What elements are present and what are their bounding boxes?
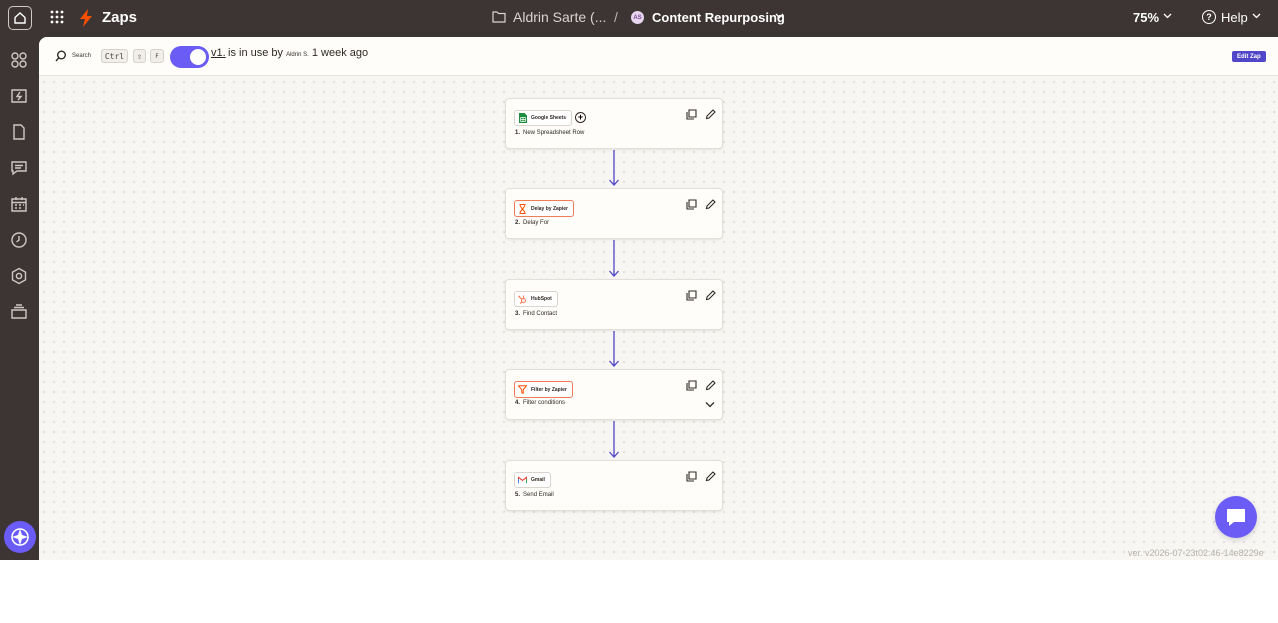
step-connector-arrow — [609, 421, 619, 458]
step-title-text: New Spreadsheet Row — [523, 130, 585, 136]
home-button[interactable] — [8, 6, 32, 30]
edit-pencil-icon[interactable] — [705, 380, 716, 391]
chat-bubble-icon — [1227, 508, 1245, 526]
help-menu[interactable]: Help — [1221, 10, 1248, 25]
settings-icon[interactable] — [10, 267, 28, 285]
step-card-3[interactable]: HubSpot 3. Find Contact — [505, 279, 723, 330]
copy-icon[interactable] — [686, 290, 697, 301]
home-icon — [14, 12, 26, 24]
folder-breadcrumb[interactable]: Aldrin Sarte (... — [513, 9, 606, 25]
shortcut-key-ctrl: Ctrl — [101, 49, 128, 63]
gmail-icon — [518, 476, 527, 484]
step-app-name: Google Sheets — [531, 115, 567, 121]
support-chat-button[interactable] — [1215, 496, 1257, 538]
editor-canvas[interactable]: Search Ctrl ⇧ F v1. is in use by Aldrin … — [39, 37, 1278, 560]
version-status-prefix: is in use by — [228, 47, 284, 59]
step-title-text: Delay For — [523, 220, 550, 226]
zap-editor: Zaps Aldrin Sarte (... / AS Content Repu… — [0, 0, 1278, 560]
google-sheets-icon — [518, 113, 527, 123]
shortcut-key-f: F — [150, 49, 164, 63]
shortcut-key-shift: ⇧ — [133, 49, 146, 63]
chevron-down-icon[interactable] — [775, 13, 784, 19]
copy-icon[interactable] — [686, 199, 697, 210]
zoom-level[interactable]: 75% — [1133, 10, 1159, 25]
edit-pencil-icon[interactable] — [705, 109, 716, 120]
help-icon: ? — [1202, 10, 1216, 24]
step-connector-arrow — [609, 331, 619, 367]
add-step-button[interactable]: + — [575, 112, 586, 123]
zap-name[interactable]: Content Repurposing — [652, 10, 785, 25]
hubspot-icon — [518, 295, 527, 304]
clock-icon[interactable] — [10, 231, 28, 249]
step-card-1[interactable]: Google Sheets + 1. New Spreadsheet Row — [505, 98, 723, 149]
step-card-5[interactable]: Gmail 5. Send Email — [505, 460, 723, 511]
left-sidebar — [0, 37, 39, 560]
plus-icon: + — [577, 112, 584, 122]
step-number: 3. — [515, 311, 521, 317]
edit-pencil-icon[interactable] — [705, 471, 716, 482]
version-link[interactable]: v1. — [211, 47, 226, 59]
zap-history-icon[interactable] — [10, 87, 28, 105]
step-connector-arrow — [609, 240, 619, 277]
hourglass-icon — [519, 203, 526, 214]
copilot-icon — [11, 528, 29, 546]
app-title[interactable]: Zaps — [102, 9, 137, 26]
layers-icon[interactable] — [10, 303, 28, 321]
chevron-down-icon[interactable] — [1252, 13, 1261, 19]
zap-on-toggle[interactable] — [170, 46, 209, 68]
version-user: Aldrin S. — [286, 52, 309, 58]
copy-icon[interactable] — [686, 471, 697, 482]
step-title-text: Filter conditions — [523, 400, 566, 406]
step-card-2[interactable]: Delay by Zapier 2. Delay For — [505, 188, 723, 239]
copy-icon[interactable] — [686, 109, 697, 120]
document-icon[interactable] — [10, 123, 28, 141]
step-app-badge[interactable]: Filter by Zapier — [514, 381, 573, 398]
chevron-down-icon[interactable] — [1163, 13, 1172, 19]
folder-icon — [492, 11, 506, 23]
expand-chevron-icon[interactable] — [705, 401, 715, 408]
version-status: is in use by Aldrin S. 1 week ago — [228, 47, 368, 59]
step-app-badge[interactable]: Delay by Zapier — [514, 200, 574, 217]
step-app-name: Delay by Zapier — [531, 205, 568, 212]
step-app-name: Gmail — [531, 477, 545, 483]
breadcrumb-separator: / — [614, 9, 618, 25]
step-title: 3. Find Contact — [515, 311, 557, 317]
editor-toolbar: Search Ctrl ⇧ F v1. is in use by Aldrin … — [39, 37, 1278, 76]
owner-avatar: AS — [631, 11, 644, 24]
search-icon[interactable] — [55, 50, 67, 62]
edit-pencil-icon[interactable] — [705, 199, 716, 210]
step-app-badge[interactable]: Google Sheets — [514, 110, 573, 126]
calendar-icon[interactable] — [10, 195, 28, 213]
top-bar: Zaps Aldrin Sarte (... / AS Content Repu… — [0, 0, 1278, 37]
edit-pencil-icon[interactable] — [705, 290, 716, 301]
chat-icon[interactable] — [10, 159, 28, 177]
apps-icon[interactable] — [10, 51, 28, 69]
app-grid-icon[interactable] — [50, 10, 64, 24]
step-number: 2. — [515, 220, 521, 226]
step-title: 1. New Spreadsheet Row — [515, 130, 584, 136]
step-app-badge[interactable]: Gmail — [514, 472, 551, 488]
step-title: 2. Delay For — [515, 220, 549, 226]
step-app-badge[interactable]: HubSpot — [514, 291, 558, 307]
step-connector-arrow — [609, 150, 619, 186]
step-number: 4. — [515, 400, 521, 406]
edit-zap-button[interactable]: Edit Zap — [1232, 51, 1266, 62]
copilot-button[interactable] — [4, 521, 36, 553]
step-card-4[interactable]: Filter by Zapier 4. Filter conditions — [505, 369, 723, 420]
zap-bolt-icon — [80, 9, 92, 27]
filter-icon — [518, 385, 527, 394]
step-title: 5. Send Email — [515, 492, 554, 498]
step-title-text: Find Contact — [523, 311, 558, 317]
build-version: ver. v2026-07-23t02:46-14e8229e — [1128, 548, 1264, 558]
step-title-text: Send Email — [523, 492, 554, 498]
step-title: 4. Filter conditions — [515, 400, 565, 406]
step-number: 5. — [515, 492, 521, 498]
step-number: 1. — [515, 130, 521, 136]
step-app-name: HubSpot — [531, 296, 552, 302]
toggle-knob — [190, 49, 206, 65]
version-time: 1 week ago — [311, 47, 369, 59]
search-label[interactable]: Search — [72, 53, 91, 59]
copy-icon[interactable] — [686, 380, 697, 391]
step-app-name: Filter by Zapier — [531, 386, 567, 393]
